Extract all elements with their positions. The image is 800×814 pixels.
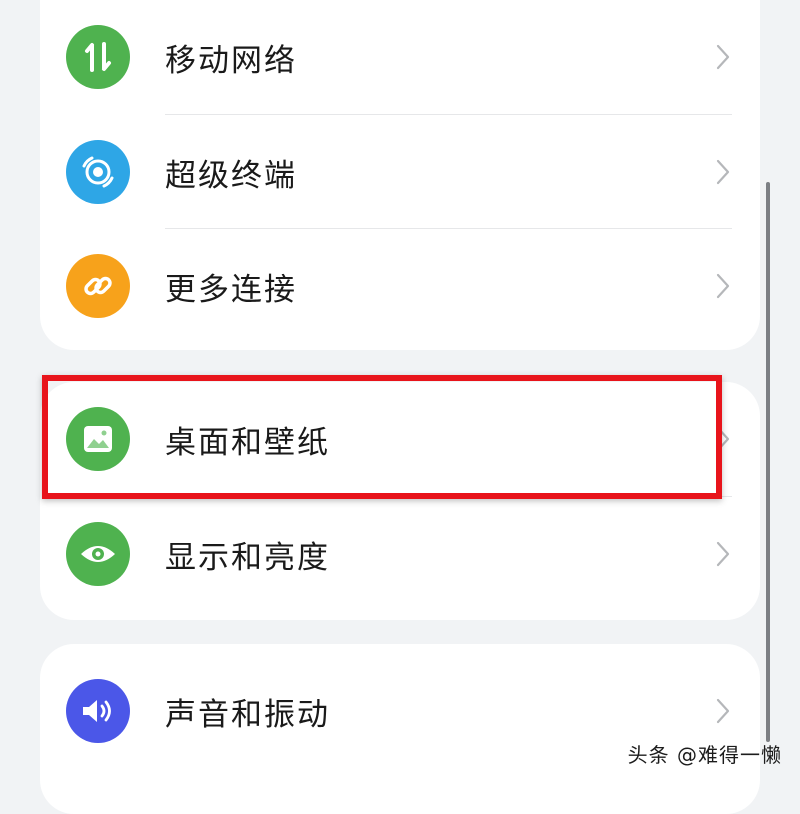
- settings-item-display-brightness[interactable]: 显示和亮度: [40, 497, 760, 611]
- settings-item-label: 桌面和壁纸: [165, 424, 330, 461]
- settings-group-display: 桌面和壁纸 显示和亮度: [40, 382, 760, 620]
- chevron-right-icon: [716, 115, 730, 229]
- speaker-icon: [66, 679, 130, 743]
- settings-item-label: 更多连接: [165, 271, 297, 308]
- settings-item-label: 超级终端: [165, 157, 297, 194]
- chevron-right-icon: [716, 229, 730, 343]
- settings-group-connectivity: 移动网络 超级终端 更多连接: [40, 0, 760, 350]
- chevron-right-icon: [716, 0, 730, 114]
- scrollbar[interactable]: [766, 182, 770, 742]
- settings-item-label: 声音和振动: [165, 696, 330, 733]
- settings-item-super-device[interactable]: 超级终端: [40, 115, 760, 229]
- chevron-right-icon: [716, 497, 730, 611]
- watermark: 头条 @难得一懒: [627, 743, 782, 767]
- link-icon: [66, 254, 130, 318]
- super-device-icon: [66, 140, 130, 204]
- wallpaper-icon: [66, 407, 130, 471]
- settings-item-label: 移动网络: [165, 42, 297, 79]
- settings-item-mobile-network[interactable]: 移动网络: [40, 0, 760, 114]
- chevron-right-icon: [716, 382, 730, 496]
- settings-item-label: 显示和亮度: [165, 539, 330, 576]
- settings-item-more-connections[interactable]: 更多连接: [40, 229, 760, 343]
- settings-item-home-wallpaper[interactable]: 桌面和壁纸: [40, 382, 760, 496]
- settings-group-sound: 声音和振动: [40, 644, 760, 814]
- eye-icon: [66, 522, 130, 586]
- mobile-network-icon: [66, 25, 130, 89]
